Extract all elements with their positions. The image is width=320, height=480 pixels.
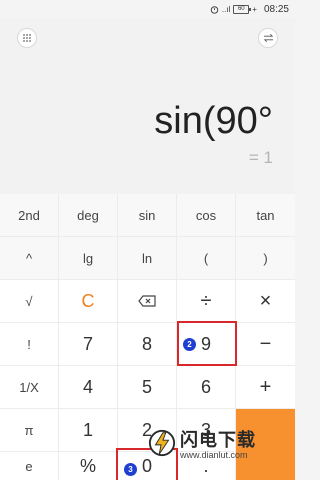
key-reciprocal[interactable]: 1/X [0, 366, 59, 409]
key-plus[interactable]: + [236, 366, 295, 409]
swap-arrows-icon [263, 34, 273, 42]
battery-icon: 60 [233, 4, 252, 14]
key-backspace[interactable] [118, 280, 177, 323]
watermark-text: 闪电下载 www.dianlut.com [180, 426, 256, 460]
step-badge-2: 2 [183, 338, 196, 351]
lightning-logo-icon [148, 429, 176, 457]
key-sqrt[interactable]: √ [0, 280, 59, 323]
watermark-url: www.dianlut.com [180, 450, 248, 460]
status-bar: ..ıl 60 + 08:25 [0, 0, 295, 18]
result-display: = 1 [248, 148, 273, 167]
key-7[interactable]: 7 [59, 323, 118, 366]
keypad-grid-button[interactable] [17, 28, 37, 48]
calculator-display: sin(90° = 1 [0, 18, 295, 194]
key-sin[interactable]: sin [118, 194, 177, 237]
alarm-icon [210, 5, 219, 14]
step-badge-3: 3 [124, 463, 137, 476]
key-e[interactable]: e [0, 452, 59, 480]
key-clear[interactable]: C [59, 280, 118, 323]
converter-switch-button[interactable] [258, 28, 278, 48]
key-right-paren[interactable]: ) [236, 237, 295, 280]
key-tan[interactable]: tan [236, 194, 295, 237]
key-4[interactable]: 4 [59, 366, 118, 409]
key-1[interactable]: 1 [59, 409, 118, 452]
key-ln[interactable]: ln [118, 237, 177, 280]
key-power[interactable]: ^ [0, 237, 59, 280]
key-5[interactable]: 5 [118, 366, 177, 409]
watermark-title: 闪电下载 [180, 430, 256, 450]
key-lg[interactable]: lg [59, 237, 118, 280]
keypad-grid-icon [23, 34, 31, 42]
key-6[interactable]: 6 [177, 366, 236, 409]
expression-display: sin(90° [154, 100, 273, 142]
key-2nd[interactable]: 2nd [0, 194, 59, 237]
key-pi[interactable]: π [0, 409, 59, 452]
charging-icon: + [252, 4, 257, 14]
key-cos[interactable]: cos [177, 194, 236, 237]
key-left-paren[interactable]: ( [177, 237, 236, 280]
key-divide[interactable]: ÷ [177, 280, 236, 323]
signal-indicator: ..ıl [221, 4, 231, 14]
key-multiply[interactable]: × [236, 280, 295, 323]
key-8[interactable]: 8 [118, 323, 177, 366]
status-icons: ..ıl 60 + 08:25 [210, 4, 289, 15]
calculator-screen: ..ıl 60 + 08:25 sin(90° = 1 2nd deg sin … [0, 0, 295, 480]
key-percent[interactable]: % [59, 452, 118, 480]
status-time: 08:25 [263, 3, 289, 15]
key-factorial[interactable]: ! [0, 323, 59, 366]
key-deg[interactable]: deg [59, 194, 118, 237]
key-minus[interactable]: − [236, 323, 295, 366]
backspace-icon [138, 295, 156, 307]
watermark: 闪电下载 www.dianlut.com [148, 418, 295, 468]
